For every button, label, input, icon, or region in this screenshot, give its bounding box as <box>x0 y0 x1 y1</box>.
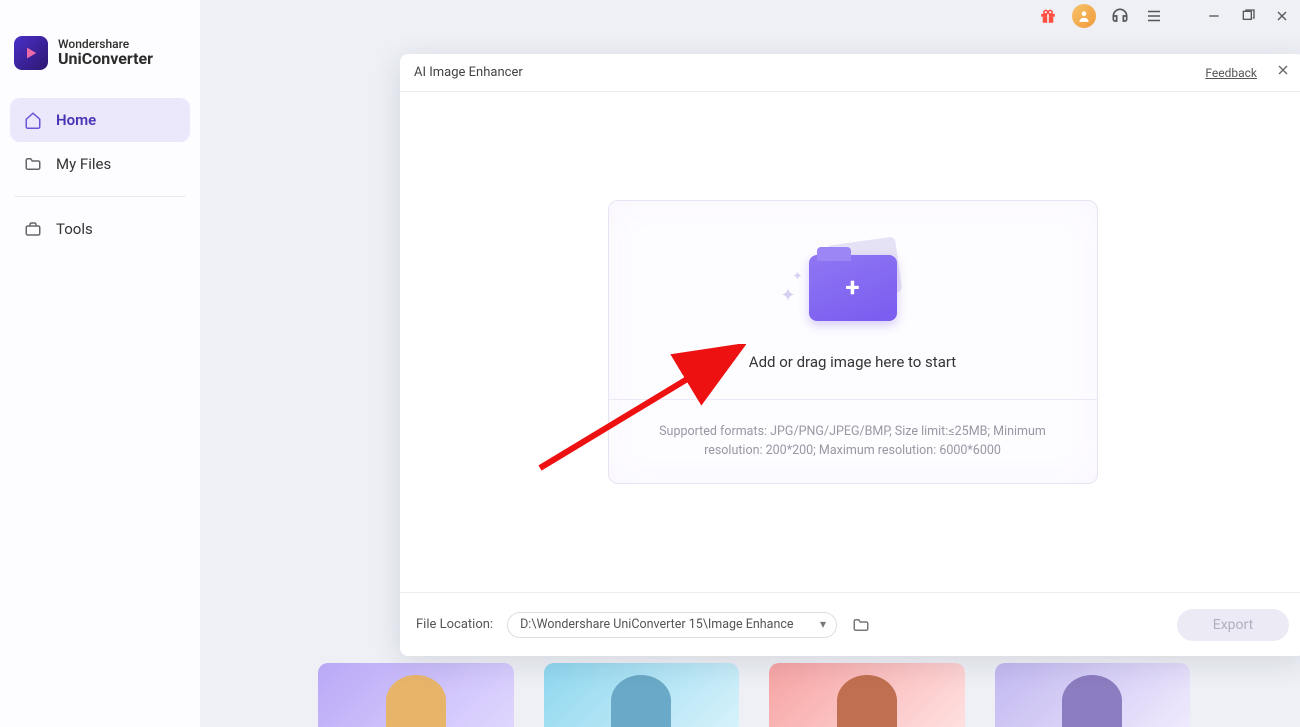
sidebar-separator <box>14 196 186 197</box>
thumb-3[interactable] <box>769 663 965 727</box>
thumbnail-strip <box>318 663 1190 727</box>
folder-illustration: ✦ ✦ + <box>783 239 923 327</box>
dropzone-top: ✦ ✦ + Add or drag image here to start <box>609 201 1097 399</box>
sidebar-item-label: Home <box>56 111 96 129</box>
dialog-footer: File Location: D:\Wondershare UniConvert… <box>400 592 1300 656</box>
brand-badge <box>14 36 48 70</box>
thumb-4[interactable] <box>995 663 1191 727</box>
sidebar-item-label: Tools <box>56 220 93 238</box>
sidebar: Wondershare UniConverter Home My Files T… <box>0 0 200 727</box>
dialog-body: ✦ ✦ + Add or drag image here to start Su… <box>400 92 1300 592</box>
gift-icon[interactable] <box>1038 6 1058 26</box>
folder-icon <box>24 155 42 173</box>
plus-icon: + <box>845 273 859 303</box>
dropzone-text: Add or drag image here to start <box>749 353 956 371</box>
chevron-down-icon: ▾ <box>820 617 826 631</box>
dropzone[interactable]: ✦ ✦ + Add or drag image here to start Su… <box>608 200 1098 484</box>
brand-line2: UniConverter <box>58 51 153 68</box>
open-folder-button[interactable] <box>851 615 871 635</box>
ai-image-enhancer-dialog: AI Image Enhancer Feedback ✦ ✦ + <box>400 54 1300 656</box>
app-root: Wondershare UniConverter Home My Files T… <box>0 0 1300 727</box>
thumb-1[interactable] <box>318 663 514 727</box>
topbar <box>1038 4 1292 28</box>
home-icon <box>24 111 42 129</box>
window-minimize-icon[interactable] <box>1204 6 1224 26</box>
dialog-title: AI Image Enhancer <box>414 65 523 80</box>
sidebar-item-tools[interactable]: Tools <box>10 207 190 251</box>
thumb-2[interactable] <box>544 663 740 727</box>
dialog-header: AI Image Enhancer Feedback <box>400 54 1300 92</box>
window-close-icon[interactable] <box>1272 6 1292 26</box>
menu-icon[interactable] <box>1144 6 1164 26</box>
toolbox-icon <box>24 220 42 238</box>
sidebar-item-home[interactable]: Home <box>10 98 190 142</box>
sidebar-item-myfiles[interactable]: My Files <box>10 142 190 186</box>
headset-icon[interactable] <box>1110 6 1130 26</box>
file-location-select[interactable]: D:\Wondershare UniConverter 15\Image Enh… <box>507 612 837 638</box>
close-icon[interactable] <box>1275 62 1291 83</box>
dropzone-note: Supported formats: JPG/PNG/JPEG/BMP, Siz… <box>609 399 1097 483</box>
brand-logo: Wondershare UniConverter <box>10 8 190 98</box>
avatar[interactable] <box>1072 4 1096 28</box>
file-location-value: D:\Wondershare UniConverter 15\Image Enh… <box>520 617 793 632</box>
export-button[interactable]: Export <box>1177 609 1289 641</box>
window-maximize-icon[interactable] <box>1238 6 1258 26</box>
file-location-label: File Location: <box>416 617 493 632</box>
sidebar-item-label: My Files <box>56 155 111 173</box>
main-area: n AI Image Enhancer Feedback <box>200 0 1300 727</box>
feedback-link[interactable]: Feedback <box>1205 66 1257 80</box>
